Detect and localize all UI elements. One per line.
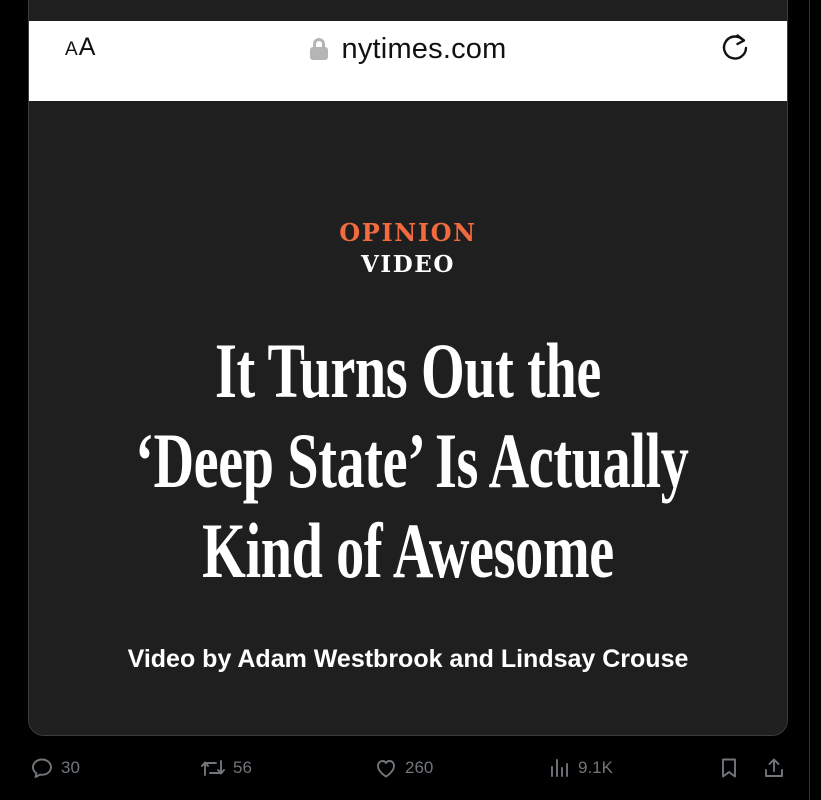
views-button[interactable]: 9.1K — [547, 750, 613, 786]
headline-line: It Turns Out the — [215, 327, 601, 414]
lock-icon — [309, 38, 328, 60]
column-divider — [809, 0, 810, 800]
content-type-label: VIDEO — [360, 251, 456, 278]
heart-icon — [377, 760, 395, 778]
headline: It Turns Out the ‘Deep State’ Is Actuall… — [29, 326, 787, 596]
repost-icon — [201, 760, 225, 776]
headline-line: ‘Deep State’ Is Actually — [135, 417, 689, 504]
like-count: 260 — [405, 758, 434, 777]
headline-line: Kind of Awesome — [202, 507, 614, 594]
like-button[interactable]: 260 — [374, 750, 433, 786]
views-count: 9.1K — [578, 758, 613, 777]
post-media-card[interactable]: A A nytimes.com OPINION VIDEO It Turns O… — [28, 0, 788, 736]
share-icon — [765, 758, 783, 777]
bookmark-button[interactable] — [717, 750, 741, 786]
repost-button[interactable]: 56 — [200, 750, 252, 786]
share-button[interactable] — [762, 750, 786, 786]
timeline-post: A A nytimes.com OPINION VIDEO It Turns O… — [0, 0, 821, 800]
browser-address-bar: A A nytimes.com — [29, 21, 787, 101]
reply-button[interactable]: 30 — [30, 750, 80, 786]
url-field: nytimes.com — [29, 31, 787, 67]
section-label: OPINION — [339, 218, 477, 247]
post-action-bar: 30 56 260 9.1K — [0, 750, 821, 786]
reply-count: 30 — [61, 758, 80, 777]
article-screenshot-image: A A nytimes.com OPINION VIDEO It Turns O… — [29, 0, 787, 735]
reply-icon — [32, 758, 52, 778]
reload-icon — [722, 34, 748, 60]
url-text: nytimes.com — [341, 32, 507, 65]
byline: Video by Adam Westbrook and Lindsay Crou… — [127, 645, 689, 673]
views-chart-icon — [551, 759, 568, 777]
bookmark-icon — [722, 758, 736, 778]
repost-count: 56 — [233, 758, 252, 777]
